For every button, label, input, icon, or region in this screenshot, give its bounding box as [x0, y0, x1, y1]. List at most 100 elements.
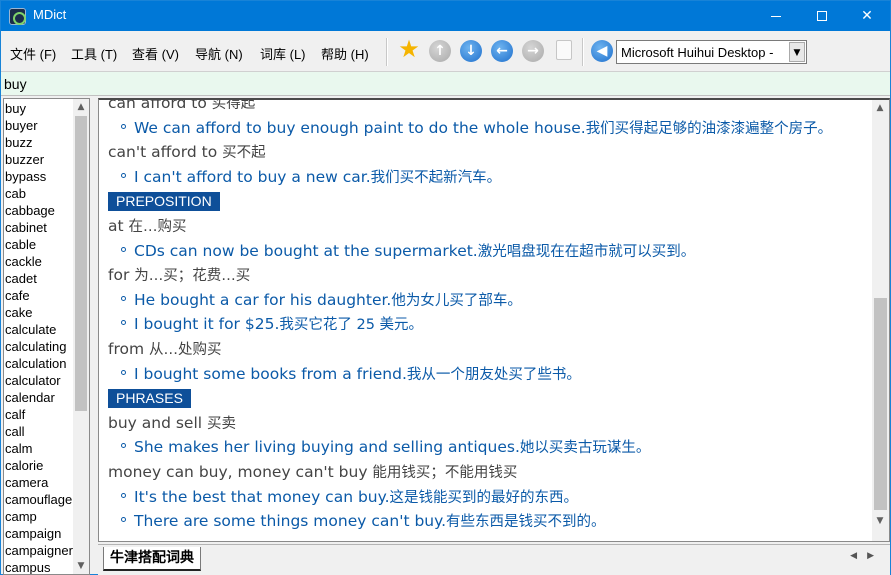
scroll-up-arrow-icon[interactable]: ▲	[73, 99, 89, 115]
word-list-item[interactable]: bypass	[5, 168, 75, 185]
bullet-icon	[121, 492, 126, 498]
word-list-item[interactable]: calf	[5, 406, 75, 423]
toolbar-separator	[582, 38, 584, 66]
word-list-item[interactable]: camera	[5, 474, 75, 491]
mdict-window: MDict ✕ 文件 (F) 工具 (T) 查看 (V) 导航 (N) 词库 (…	[0, 0, 891, 575]
text-en: at	[108, 217, 129, 235]
example-sentence: I bought some books from a friend.我从一个朋友…	[121, 364, 581, 385]
tab-oxford-collocations[interactable]: 牛津搭配词典	[103, 547, 201, 571]
word-list-item[interactable]: cake	[5, 304, 75, 321]
voice-select[interactable]: Microsoft Huihui Desktop - ▼	[616, 40, 807, 64]
word-list-item[interactable]: calculator	[5, 372, 75, 389]
word-list: buy buyer buzz buzzer bypass cab cabbage cabine…	[3, 98, 90, 575]
word-list-item[interactable]: calculating	[5, 338, 75, 355]
scroll-up-arrow-icon[interactable]: ▲	[872, 100, 888, 116]
scroll-down-icon[interactable]: ↓	[460, 40, 482, 62]
word-list-item[interactable]: calm	[5, 440, 75, 457]
word-list-item[interactable]: calculation	[5, 355, 75, 372]
maximize-button[interactable]	[799, 1, 845, 31]
title-bar: MDict ✕	[1, 1, 890, 31]
close-button[interactable]: ✕	[844, 1, 890, 31]
scrollbar-thumb[interactable]	[874, 298, 887, 510]
definition-scrollbar[interactable]: ▲ ▼	[872, 100, 889, 541]
text-en: CDs can now be bought at the supermarket…	[134, 241, 478, 260]
word-list-item[interactable]: campaign	[5, 525, 75, 542]
text-cn: 我们买得起足够的油漆漆遍整个房子。	[585, 120, 833, 137]
word-list-item[interactable]: buzz	[5, 134, 75, 151]
word-list-item[interactable]: campus	[5, 559, 75, 574]
bullet-icon	[121, 320, 126, 326]
text-cn: 我买它花了 25 美元。	[279, 317, 424, 334]
scrollbar-thumb[interactable]	[75, 116, 87, 411]
word-list-scrollbar[interactable]: ▲ ▼	[73, 99, 89, 574]
example-sentence: We can afford to buy enough paint to do …	[121, 118, 832, 139]
voice-select-value: Microsoft Huihui Desktop -	[621, 45, 774, 60]
menu-toolbar: 文件 (F) 工具 (T) 查看 (V) 导航 (N) 词库 (L) 帮助 (H…	[1, 31, 890, 71]
collocation-phrase: for 为…买；花费…买	[108, 265, 250, 286]
example-sentence: It's the best that money can buy.这是钱能买到的…	[121, 487, 578, 508]
copy-document-icon[interactable]	[556, 40, 572, 60]
back-icon[interactable]: ←	[491, 40, 513, 62]
scroll-up-icon[interactable]: ↑	[429, 40, 451, 62]
word-list-item[interactable]: camouflage	[5, 491, 75, 508]
example-sentence: There are some things money can't buy.有些…	[121, 511, 606, 532]
text-en: can't afford to	[108, 143, 223, 162]
scroll-down-arrow-icon[interactable]: ▼	[73, 558, 89, 574]
bullet-icon	[121, 172, 126, 178]
tab-scroll-arrows-icon[interactable]: ◀▶	[850, 551, 884, 561]
word-list-item[interactable]: campaigner	[5, 542, 75, 559]
menu-file[interactable]: 文件 (F)	[10, 44, 56, 63]
text-en: I bought it for $25.	[134, 315, 280, 334]
word-list-item[interactable]: call	[5, 423, 75, 440]
section-badge: PREPOSITION	[108, 192, 220, 212]
chevron-down-icon[interactable]: ▼	[789, 42, 805, 62]
word-list-item[interactable]: calculate	[5, 321, 75, 338]
text-cn: 为…买；花费…买	[134, 268, 251, 285]
close-icon: ✕	[861, 8, 873, 24]
text-en: She makes her living buying and selling …	[134, 438, 520, 457]
text-cn: 这是钱能买到的最好的东西。	[389, 489, 579, 506]
menu-view[interactable]: 查看 (V)	[132, 44, 179, 63]
search-input[interactable]	[4, 75, 884, 93]
example-sentence: I can't afford to buy a new car.我们买不起新汽车…	[121, 167, 501, 188]
text-en: There are some things money can't buy.	[134, 512, 447, 531]
word-list-item[interactable]: cafe	[5, 287, 75, 304]
minimize-button[interactable]	[753, 1, 799, 31]
word-list-item[interactable]: cackle	[5, 253, 75, 270]
maximize-icon	[817, 11, 827, 21]
word-list-item[interactable]: cab	[5, 185, 75, 202]
bullet-icon	[121, 123, 126, 129]
speak-back-icon[interactable]: ◀	[591, 40, 613, 62]
example-sentence: She makes her living buying and selling …	[121, 437, 650, 458]
text-cn: 有些东西是钱买不到的。	[446, 514, 606, 531]
text-en: I bought some books from a friend.	[134, 364, 407, 383]
menu-tools[interactable]: 工具 (T)	[71, 44, 117, 63]
scroll-down-arrow-icon[interactable]: ▼	[872, 513, 888, 529]
word-list-item[interactable]: camp	[5, 508, 75, 525]
bullet-icon	[121, 369, 126, 375]
text-en: can afford to	[108, 98, 212, 112]
menu-navigate[interactable]: 导航 (N)	[195, 44, 243, 63]
word-list-item[interactable]: cabbage	[5, 202, 75, 219]
word-list-item[interactable]: calorie	[5, 457, 75, 474]
text-en: buy and sell	[108, 413, 208, 432]
word-list-item[interactable]: cabinet	[5, 219, 75, 236]
forward-icon[interactable]: →	[522, 40, 544, 62]
word-list-item[interactable]: cadet	[5, 270, 75, 287]
favorite-star-icon[interactable]: ★	[398, 37, 420, 61]
menu-help[interactable]: 帮助 (H)	[321, 44, 369, 63]
text-cn: 买不起	[222, 145, 266, 162]
example-sentence: He bought a car for his daughter.他为女儿买了部…	[121, 290, 522, 311]
bullet-icon	[121, 443, 126, 449]
definition-pane: can afford to 买得起 We can afford to buy en…	[98, 98, 890, 542]
menu-library[interactable]: 词库 (L)	[260, 44, 306, 63]
word-list-item[interactable]: buyer	[5, 117, 75, 134]
window-title: MDict	[33, 7, 67, 22]
text-en: I can't afford to buy a new car.	[134, 167, 371, 186]
section-badge: PHRASES	[108, 389, 191, 409]
text-cn: 我们买不起新汽车。	[370, 169, 502, 186]
word-list-item[interactable]: buy	[5, 100, 75, 117]
word-list-item[interactable]: calendar	[5, 389, 75, 406]
word-list-item[interactable]: buzzer	[5, 151, 75, 168]
word-list-item[interactable]: cable	[5, 236, 75, 253]
